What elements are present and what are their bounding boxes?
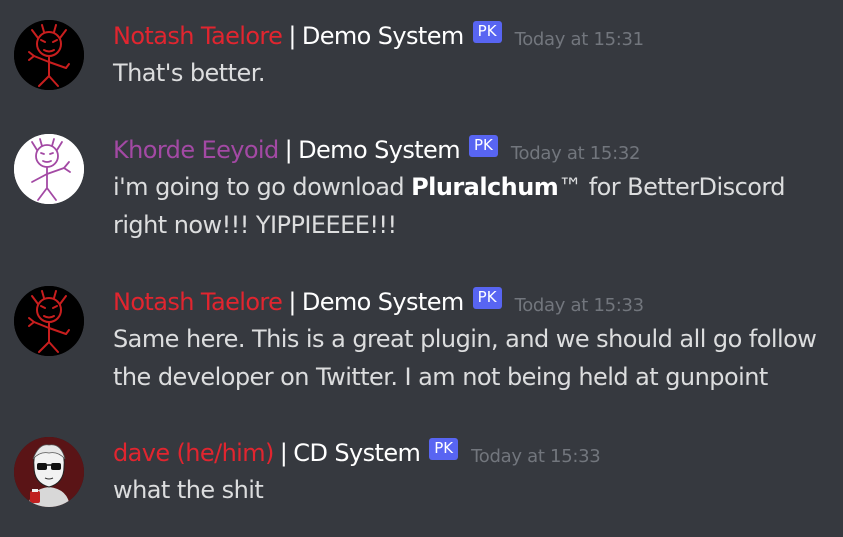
- system-name: Demo System: [298, 136, 460, 164]
- pk-badge: PK: [429, 438, 459, 460]
- author-name[interactable]: dave (he/him): [113, 439, 274, 467]
- red-stick-figure-avatar-icon[interactable]: [14, 286, 84, 356]
- message-line: the developer on Twitter. I am not being…: [113, 363, 768, 391]
- system-name: Demo System: [301, 22, 464, 50]
- message-content: i'm going to go download Pluralchum™ for…: [113, 168, 785, 244]
- red-stick-figure-avatar-icon[interactable]: [14, 20, 84, 90]
- message-line: i'm going to go download Pluralchum™ for…: [113, 168, 785, 206]
- message-header: Notash Taelore | Demo System PK Today at…: [113, 20, 644, 52]
- timestamp: Today at 15:33: [514, 294, 645, 316]
- message-text: i'm going to go download: [113, 173, 412, 201]
- timestamp: Today at 15:32: [510, 142, 641, 164]
- timestamp: Today at 15:33: [471, 445, 601, 467]
- message-line: Same here. This is a great plugin, and w…: [113, 325, 817, 353]
- purple-stick-figure-avatar-icon[interactable]: [14, 134, 84, 204]
- author-name[interactable]: Notash Taelore: [113, 288, 283, 316]
- system-name: Demo System: [301, 288, 464, 316]
- separator: |: [288, 288, 296, 316]
- message-content: what the shit: [113, 471, 264, 509]
- pk-badge: PK: [472, 21, 502, 43]
- author-name[interactable]: Notash Taelore: [113, 22, 283, 50]
- separator: |: [284, 136, 293, 164]
- author-name[interactable]: Khorde Eeyoid: [113, 136, 279, 164]
- message-line: That's better.: [113, 59, 265, 87]
- message-text: ™ for BetterDiscord: [558, 173, 785, 201]
- message-header: Notash Taelore | Demo System PK Today at…: [113, 286, 644, 318]
- bold-text: Pluralchum: [411, 173, 559, 201]
- pk-badge: PK: [468, 135, 498, 157]
- message-line: what the shit: [113, 476, 264, 504]
- system-name: CD System: [293, 439, 421, 467]
- message-content: Same here. This is a great plugin, and w…: [113, 320, 817, 396]
- dave-sunglasses-avatar-icon[interactable]: [14, 437, 84, 507]
- message-header: dave (he/him) | CD System PK Today at 15…: [113, 437, 601, 469]
- message-content: That's better.: [113, 54, 265, 92]
- separator: |: [288, 22, 296, 50]
- timestamp: Today at 15:31: [514, 28, 645, 50]
- message-header: Khorde Eeyoid | Demo System PK Today at …: [113, 134, 640, 166]
- message-line: right now!!! YIPPIEEEE!!!: [113, 211, 397, 239]
- separator: |: [279, 439, 288, 467]
- pk-badge: PK: [472, 287, 502, 309]
